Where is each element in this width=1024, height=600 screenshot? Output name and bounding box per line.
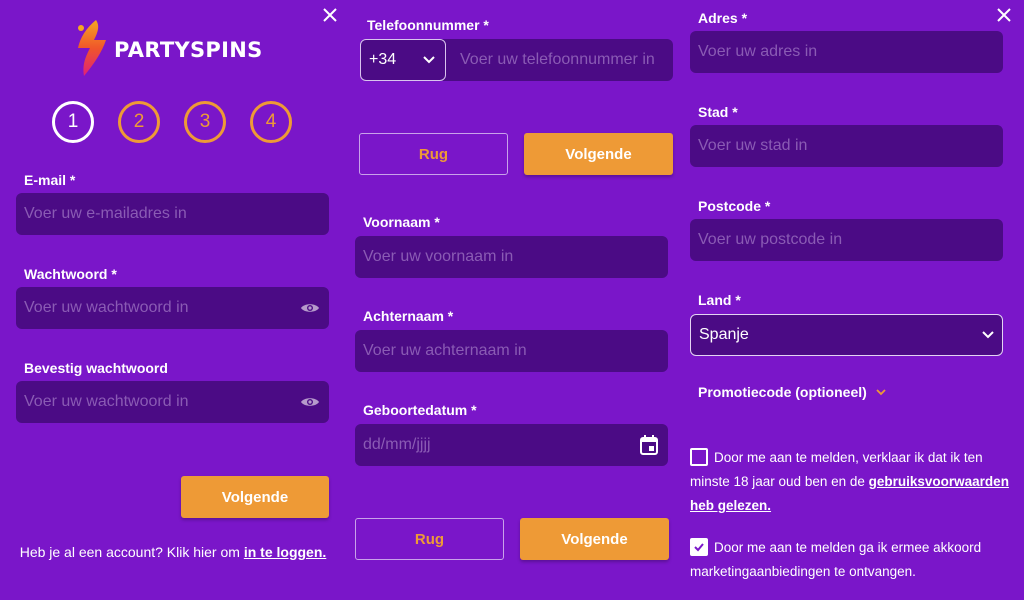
city-placeholder: Voer uw stad in: [698, 137, 808, 154]
marketing-text: Door me aan te melden ga ik ermee akkoor…: [690, 540, 982, 579]
eye-icon[interactable]: [299, 297, 321, 319]
terms-consent: Door me aan te melden, verklaar ik dat i…: [690, 446, 1010, 518]
login-prompt-text: Heb je al een account? Klik hier om: [19, 544, 240, 560]
next-button-step1[interactable]: Volgende: [181, 476, 329, 518]
terms-checkbox[interactable]: [690, 448, 708, 466]
calendar-icon[interactable]: [638, 434, 660, 456]
next-button-step3[interactable]: Volgende: [520, 518, 669, 560]
city-field[interactable]: Voer uw stad in: [690, 125, 1003, 167]
step-4: 4: [250, 101, 292, 143]
step-1-panel: PARTYSPINS 1 2 3 4 E-mail * Voer uw e-ma…: [0, 0, 345, 600]
checkmark-icon: [694, 543, 704, 552]
confirm-password-placeholder: Voer uw wachtwoord in: [24, 393, 189, 410]
postcode-label: Postcode *: [698, 198, 771, 214]
password-placeholder: Voer uw wachtwoord in: [24, 299, 189, 316]
chevron-down-icon: [423, 56, 435, 64]
lastname-placeholder: Voer uw achternaam in: [363, 342, 527, 359]
firstname-label: Voornaam *: [363, 214, 440, 230]
chevron-down-icon: [982, 331, 994, 339]
step-4-panel: Adres * Voer uw adres in Stad * Voer uw …: [685, 0, 1024, 600]
step-2: 2: [118, 101, 160, 143]
phone-prefix-value: +34: [369, 51, 397, 68]
birthdate-field[interactable]: dd/mm/jjjj: [355, 424, 668, 466]
birthdate-placeholder: dd/mm/jjjj: [363, 436, 431, 453]
step-1: 1: [52, 101, 94, 143]
marketing-consent: Door me aan te melden ga ik ermee akkoor…: [690, 536, 1010, 584]
eye-icon[interactable]: [299, 391, 321, 413]
step-3: 3: [184, 101, 226, 143]
country-select[interactable]: Spanje: [690, 314, 1003, 356]
phone-prefix-select[interactable]: +34: [360, 39, 446, 81]
firstname-field[interactable]: Voer uw voornaam in: [355, 236, 668, 278]
partyspins-logo: PARTYSPINS: [72, 16, 272, 80]
confirm-password-label: Bevestig wachtwoord: [24, 360, 168, 376]
step-2-3-panel: Telefoonnummer * Voer uw telefoonnummer …: [345, 0, 685, 600]
email-field[interactable]: Voer uw e-mailadres in: [16, 193, 329, 235]
country-label: Land *: [698, 292, 741, 308]
postcode-placeholder: Voer uw postcode in: [698, 231, 843, 248]
birthdate-label: Geboortedatum *: [363, 402, 477, 418]
confirm-password-field[interactable]: Voer uw wachtwoord in: [16, 381, 329, 423]
logo-text: PARTYSPINS: [114, 38, 263, 62]
email-placeholder: Voer uw e-mailadres in: [24, 205, 187, 222]
marketing-checkbox[interactable]: [690, 538, 708, 556]
back-button-step2[interactable]: Rug: [359, 133, 508, 175]
login-prompt: Heb je al een account? Klik hier om in t…: [14, 540, 332, 564]
promo-code-label: Promotiecode (optioneel): [698, 384, 867, 400]
email-label: E-mail *: [24, 172, 76, 188]
login-link[interactable]: in te loggen.: [244, 544, 326, 560]
address-placeholder: Voer uw adres in: [698, 43, 818, 60]
postcode-field[interactable]: Voer uw postcode in: [690, 219, 1003, 261]
lastname-label: Achternaam *: [363, 308, 454, 324]
next-button-step2[interactable]: Volgende: [524, 133, 673, 175]
firstname-placeholder: Voer uw voornaam in: [363, 248, 514, 265]
step-indicator: 1 2 3 4: [52, 101, 316, 143]
password-field[interactable]: Voer uw wachtwoord in: [16, 287, 329, 329]
phone-label: Telefoonnummer *: [367, 17, 489, 33]
password-label: Wachtwoord *: [24, 266, 117, 282]
lightning-logo-icon: [78, 20, 106, 76]
promo-code-toggle[interactable]: Promotiecode (optioneel): [698, 384, 887, 400]
phone-placeholder: Voer uw telefoonnummer in: [460, 51, 655, 68]
chevron-down-icon: [876, 389, 886, 396]
lastname-field[interactable]: Voer uw achternaam in: [355, 330, 668, 372]
address-label: Adres *: [698, 10, 748, 26]
back-button-step3[interactable]: Rug: [355, 518, 504, 560]
city-label: Stad *: [698, 104, 738, 120]
country-value: Spanje: [699, 326, 749, 343]
address-field[interactable]: Voer uw adres in: [690, 31, 1003, 73]
